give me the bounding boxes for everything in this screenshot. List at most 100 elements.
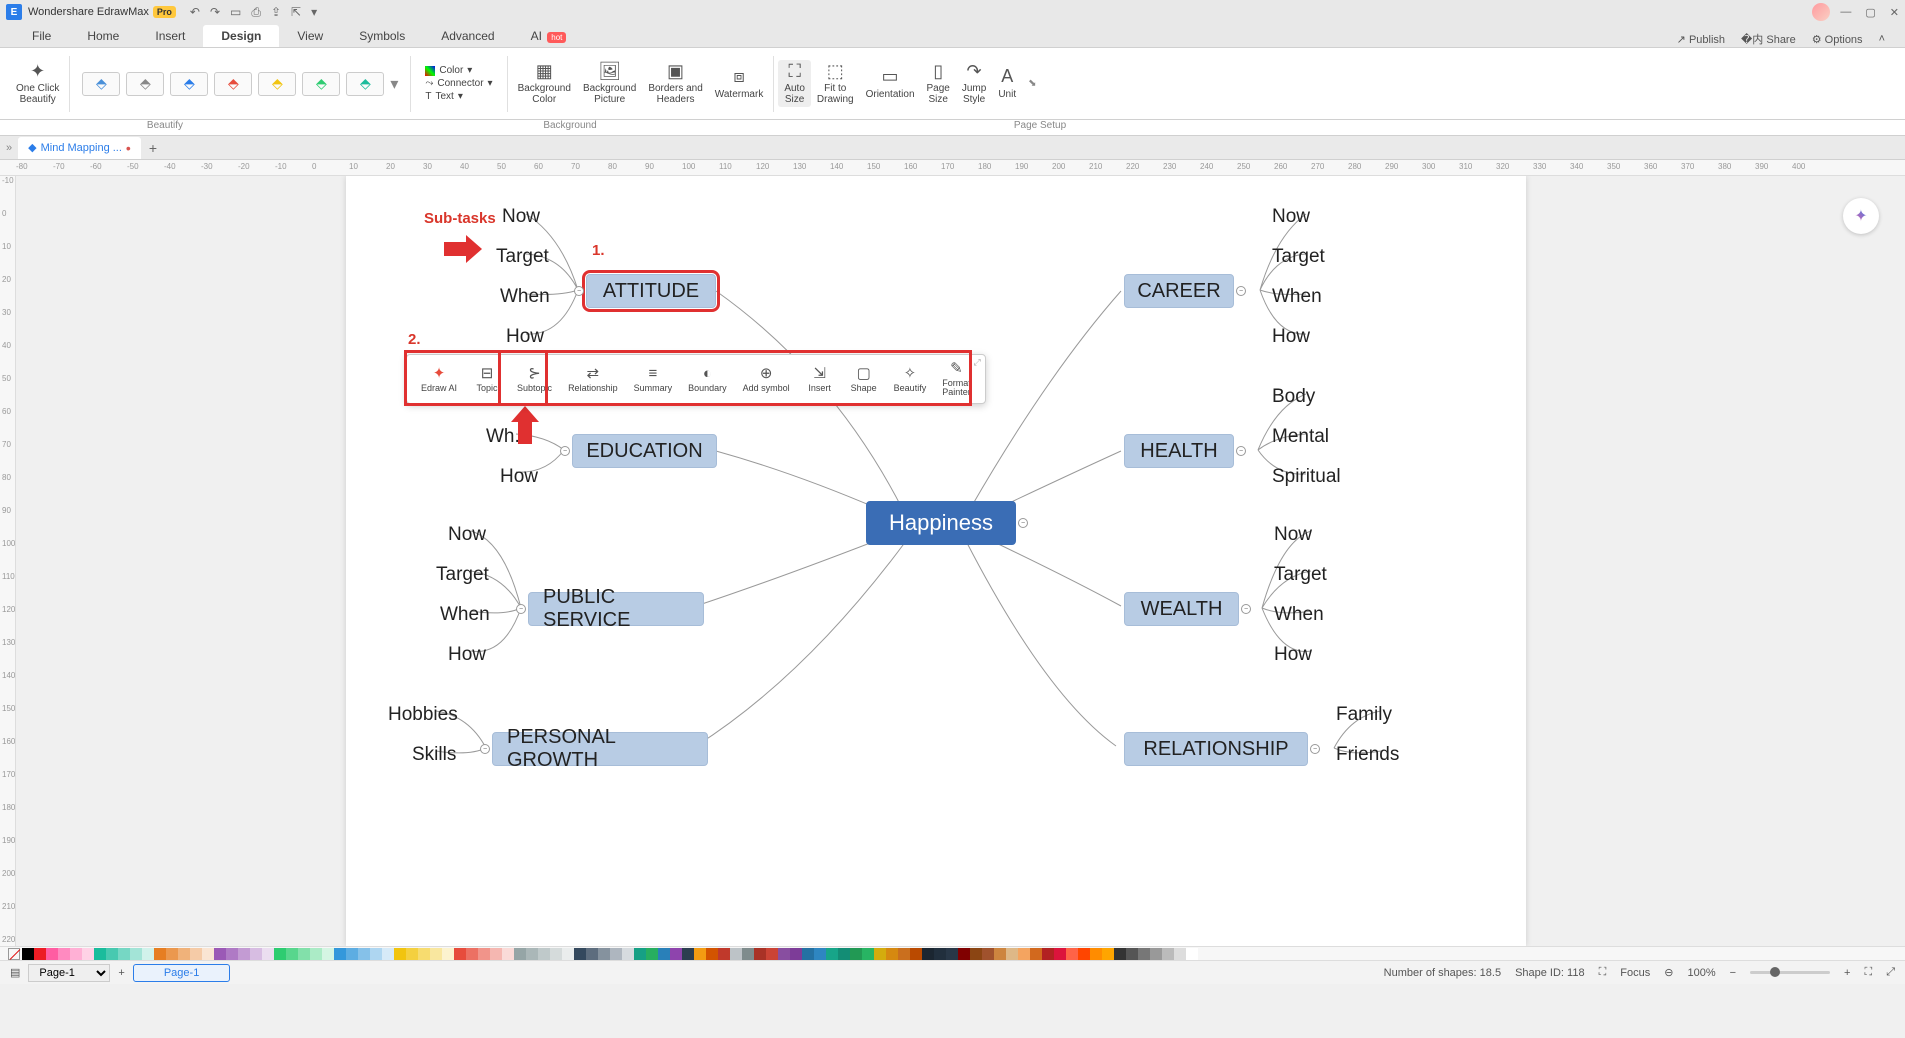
fit-drawing-button[interactable]: ⬚Fit to Drawing: [811, 60, 860, 108]
color-swatch[interactable]: [1138, 948, 1150, 960]
leaf[interactable]: Now: [496, 202, 546, 232]
color-swatch[interactable]: [898, 948, 910, 960]
color-swatch[interactable]: [1066, 948, 1078, 960]
color-swatch[interactable]: [346, 948, 358, 960]
color-swatch[interactable]: [190, 948, 202, 960]
jump-style-button[interactable]: ↷Jump Style: [956, 60, 992, 108]
options-button[interactable]: ⚙ Options: [1812, 33, 1863, 46]
leaf[interactable]: Body: [1266, 382, 1321, 412]
color-swatch[interactable]: [730, 948, 742, 960]
color-swatch[interactable]: [142, 948, 154, 960]
color-swatch[interactable]: [850, 948, 862, 960]
color-swatch[interactable]: [430, 948, 442, 960]
theme-swatch-4[interactable]: ⬘: [214, 72, 252, 96]
connector-dropdown[interactable]: ⤳Connector ▾: [425, 78, 492, 89]
leaf[interactable]: Family: [1330, 700, 1398, 730]
color-swatch[interactable]: [490, 948, 502, 960]
tab-view[interactable]: View: [279, 25, 341, 47]
handle-public-service[interactable]: −: [516, 604, 526, 614]
tab-ai[interactable]: AI hot: [513, 25, 585, 47]
color-swatch[interactable]: [226, 948, 238, 960]
leaf[interactable]: When: [494, 282, 556, 312]
float-beautify[interactable]: ✧Beautify: [886, 359, 935, 399]
color-swatch[interactable]: [130, 948, 142, 960]
page-tab[interactable]: Page-1: [133, 964, 230, 982]
tab-home[interactable]: Home: [69, 25, 137, 47]
undo-icon[interactable]: ↶: [190, 5, 200, 20]
handle-attitude[interactable]: −: [574, 286, 584, 296]
color-swatch[interactable]: [658, 948, 670, 960]
float-shape[interactable]: ▢Shape: [842, 359, 886, 399]
color-swatch[interactable]: [1126, 948, 1138, 960]
tab-file[interactable]: File: [14, 25, 69, 47]
pagesetup-launcher-icon[interactable]: ⬊: [1028, 78, 1036, 89]
float-relationship[interactable]: ⇄Relationship: [560, 359, 626, 399]
branch-wealth[interactable]: WEALTH: [1124, 592, 1239, 626]
float-edraw-ai[interactable]: ✦Edraw AI: [413, 359, 465, 399]
leaf[interactable]: Now: [442, 520, 492, 550]
color-swatch[interactable]: [322, 948, 334, 960]
theme-swatch-7[interactable]: ⬘: [346, 72, 384, 96]
color-swatch[interactable]: [694, 948, 706, 960]
color-swatch[interactable]: [862, 948, 874, 960]
share-button[interactable]: �内 Share: [1741, 31, 1796, 47]
branch-personal-growth[interactable]: PERSONAL GROWTH: [492, 732, 708, 766]
leaf[interactable]: Target: [1268, 560, 1333, 590]
leaf[interactable]: Now: [1268, 520, 1318, 550]
color-swatch[interactable]: [934, 948, 946, 960]
color-swatch[interactable]: [670, 948, 682, 960]
more-quick-icon[interactable]: ▾: [311, 5, 317, 20]
user-avatar[interactable]: [1812, 3, 1830, 21]
tabs-chevron-icon[interactable]: »: [6, 142, 12, 154]
float-close-icon[interactable]: ⤢: [974, 357, 981, 368]
color-swatch[interactable]: [214, 948, 226, 960]
float-summary[interactable]: ≡Summary: [626, 359, 681, 399]
text-dropdown[interactable]: TText ▾: [425, 91, 492, 102]
focus-button[interactable]: Focus: [1620, 967, 1650, 979]
redo-icon[interactable]: ↷: [210, 5, 220, 20]
color-swatch[interactable]: [58, 948, 70, 960]
unit-button[interactable]: AUnit: [992, 65, 1022, 102]
color-swatch[interactable]: [178, 948, 190, 960]
color-swatch[interactable]: [502, 948, 514, 960]
color-swatch[interactable]: [370, 948, 382, 960]
color-swatch[interactable]: [1078, 948, 1090, 960]
color-swatch[interactable]: [514, 948, 526, 960]
color-swatch[interactable]: [1162, 948, 1174, 960]
leaf[interactable]: How: [1268, 640, 1318, 670]
color-swatch[interactable]: [970, 948, 982, 960]
color-swatch[interactable]: [766, 948, 778, 960]
background-picture-button[interactable]: 🖼Background Picture: [577, 60, 642, 108]
maximize-icon[interactable]: ▢: [1865, 6, 1875, 19]
color-swatch[interactable]: [478, 948, 490, 960]
float-boundary[interactable]: ◐Boundary: [680, 359, 735, 399]
color-swatch[interactable]: [406, 948, 418, 960]
share-quick-icon[interactable]: ⇱: [291, 5, 301, 20]
color-swatch[interactable]: [382, 948, 394, 960]
branch-health[interactable]: HEALTH: [1124, 434, 1234, 468]
color-swatch[interactable]: [334, 948, 346, 960]
page-size-button[interactable]: ▯Page Size: [921, 60, 956, 108]
leaf[interactable]: How: [494, 462, 544, 492]
color-swatch[interactable]: [154, 948, 166, 960]
collapse-ribbon-icon[interactable]: ˄: [1879, 33, 1885, 45]
export-icon[interactable]: ⇪: [271, 5, 281, 20]
central-topic[interactable]: Happiness: [866, 501, 1016, 545]
leaf[interactable]: Skills: [406, 740, 462, 770]
leaf[interactable]: When: [1266, 282, 1328, 312]
theme-swatch-6[interactable]: ⬘: [302, 72, 340, 96]
theme-swatch-1[interactable]: ⬘: [82, 72, 120, 96]
color-swatch[interactable]: [250, 948, 262, 960]
color-swatch[interactable]: [574, 948, 586, 960]
handle-health[interactable]: −: [1236, 446, 1246, 456]
color-swatch[interactable]: [778, 948, 790, 960]
leaf[interactable]: Target: [1266, 242, 1331, 272]
color-swatch[interactable]: [1054, 948, 1066, 960]
auto-size-button[interactable]: ⛶Auto Size: [778, 60, 811, 108]
color-swatch[interactable]: [562, 948, 574, 960]
color-swatch[interactable]: [466, 948, 478, 960]
handle-wealth[interactable]: −: [1241, 604, 1251, 614]
color-swatch[interactable]: [82, 948, 94, 960]
color-swatch[interactable]: [202, 948, 214, 960]
tab-symbols[interactable]: Symbols: [341, 25, 423, 47]
